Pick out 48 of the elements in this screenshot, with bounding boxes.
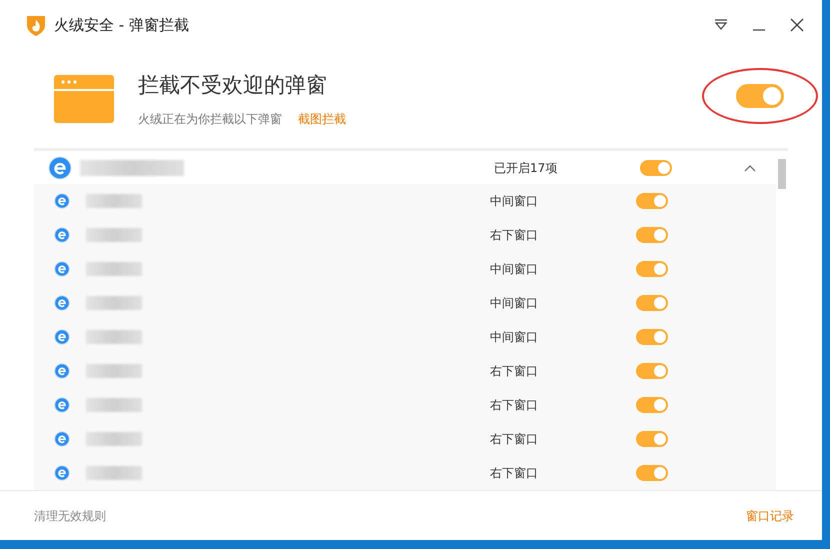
blurred-name [86, 194, 142, 208]
window-log-link[interactable]: 窗口记录 [746, 506, 794, 524]
window-title: 火绒安全 - 弹窗拦截 [54, 14, 189, 36]
blurred-name [86, 228, 142, 242]
screenshot-block-link[interactable]: 截图拦截 [298, 110, 346, 128]
rule-toggle-switch[interactable] [636, 465, 668, 481]
subtitle: 火绒正在为你拦截以下弹窗 [138, 110, 282, 128]
ie-browser-icon [54, 193, 70, 209]
ie-browser-icon [54, 227, 70, 243]
blurred-name [86, 398, 142, 412]
window-position: 中间窗口 [490, 193, 539, 210]
window-position: 右下窗口 [490, 363, 539, 380]
ie-browser-icon [54, 329, 70, 345]
blurred-name [86, 432, 142, 446]
ie-browser-icon [54, 431, 70, 447]
window-position: 中间窗口 [490, 261, 539, 278]
blurred-name [86, 364, 142, 378]
browser-window-icon [54, 75, 114, 123]
flame-shield-logo-icon [26, 14, 46, 36]
clean-rules-link[interactable]: 清理无效规则 [34, 506, 106, 524]
ie-browser-icon [54, 261, 70, 277]
ie-browser-icon [54, 295, 70, 311]
rule-toggle-switch[interactable] [636, 329, 668, 345]
blurred-name [86, 296, 142, 310]
window-position: 右下窗口 [490, 465, 539, 482]
main-toggle-switch[interactable] [736, 84, 784, 108]
window-position: 中间窗口 [490, 295, 539, 312]
enabled-count: 已开启17项 [494, 160, 558, 176]
rule-toggle-switch[interactable] [636, 261, 668, 277]
rule-toggle-switch[interactable] [636, 227, 668, 243]
ie-browser-icon [48, 156, 72, 180]
ie-browser-icon [54, 397, 70, 413]
group-toggle-switch[interactable] [640, 160, 672, 176]
blurred-name [86, 330, 142, 344]
rule-toggle-switch[interactable] [636, 193, 668, 209]
blurred-name [86, 262, 142, 276]
window-position: 中间窗口 [490, 329, 539, 346]
ie-browser-icon [54, 465, 70, 481]
rule-toggle-switch[interactable] [636, 397, 668, 413]
window-position: 右下窗口 [490, 227, 539, 244]
blurred-name [86, 466, 142, 480]
ie-browser-icon [54, 363, 70, 379]
window-position: 右下窗口 [490, 431, 539, 448]
rule-toggle-switch[interactable] [636, 363, 668, 379]
page-heading: 拦截不受欢迎的弹窗 [138, 72, 328, 100]
rule-toggle-switch[interactable] [636, 431, 668, 447]
window-position: 右下窗口 [490, 397, 539, 414]
rule-toggle-switch[interactable] [636, 295, 668, 311]
